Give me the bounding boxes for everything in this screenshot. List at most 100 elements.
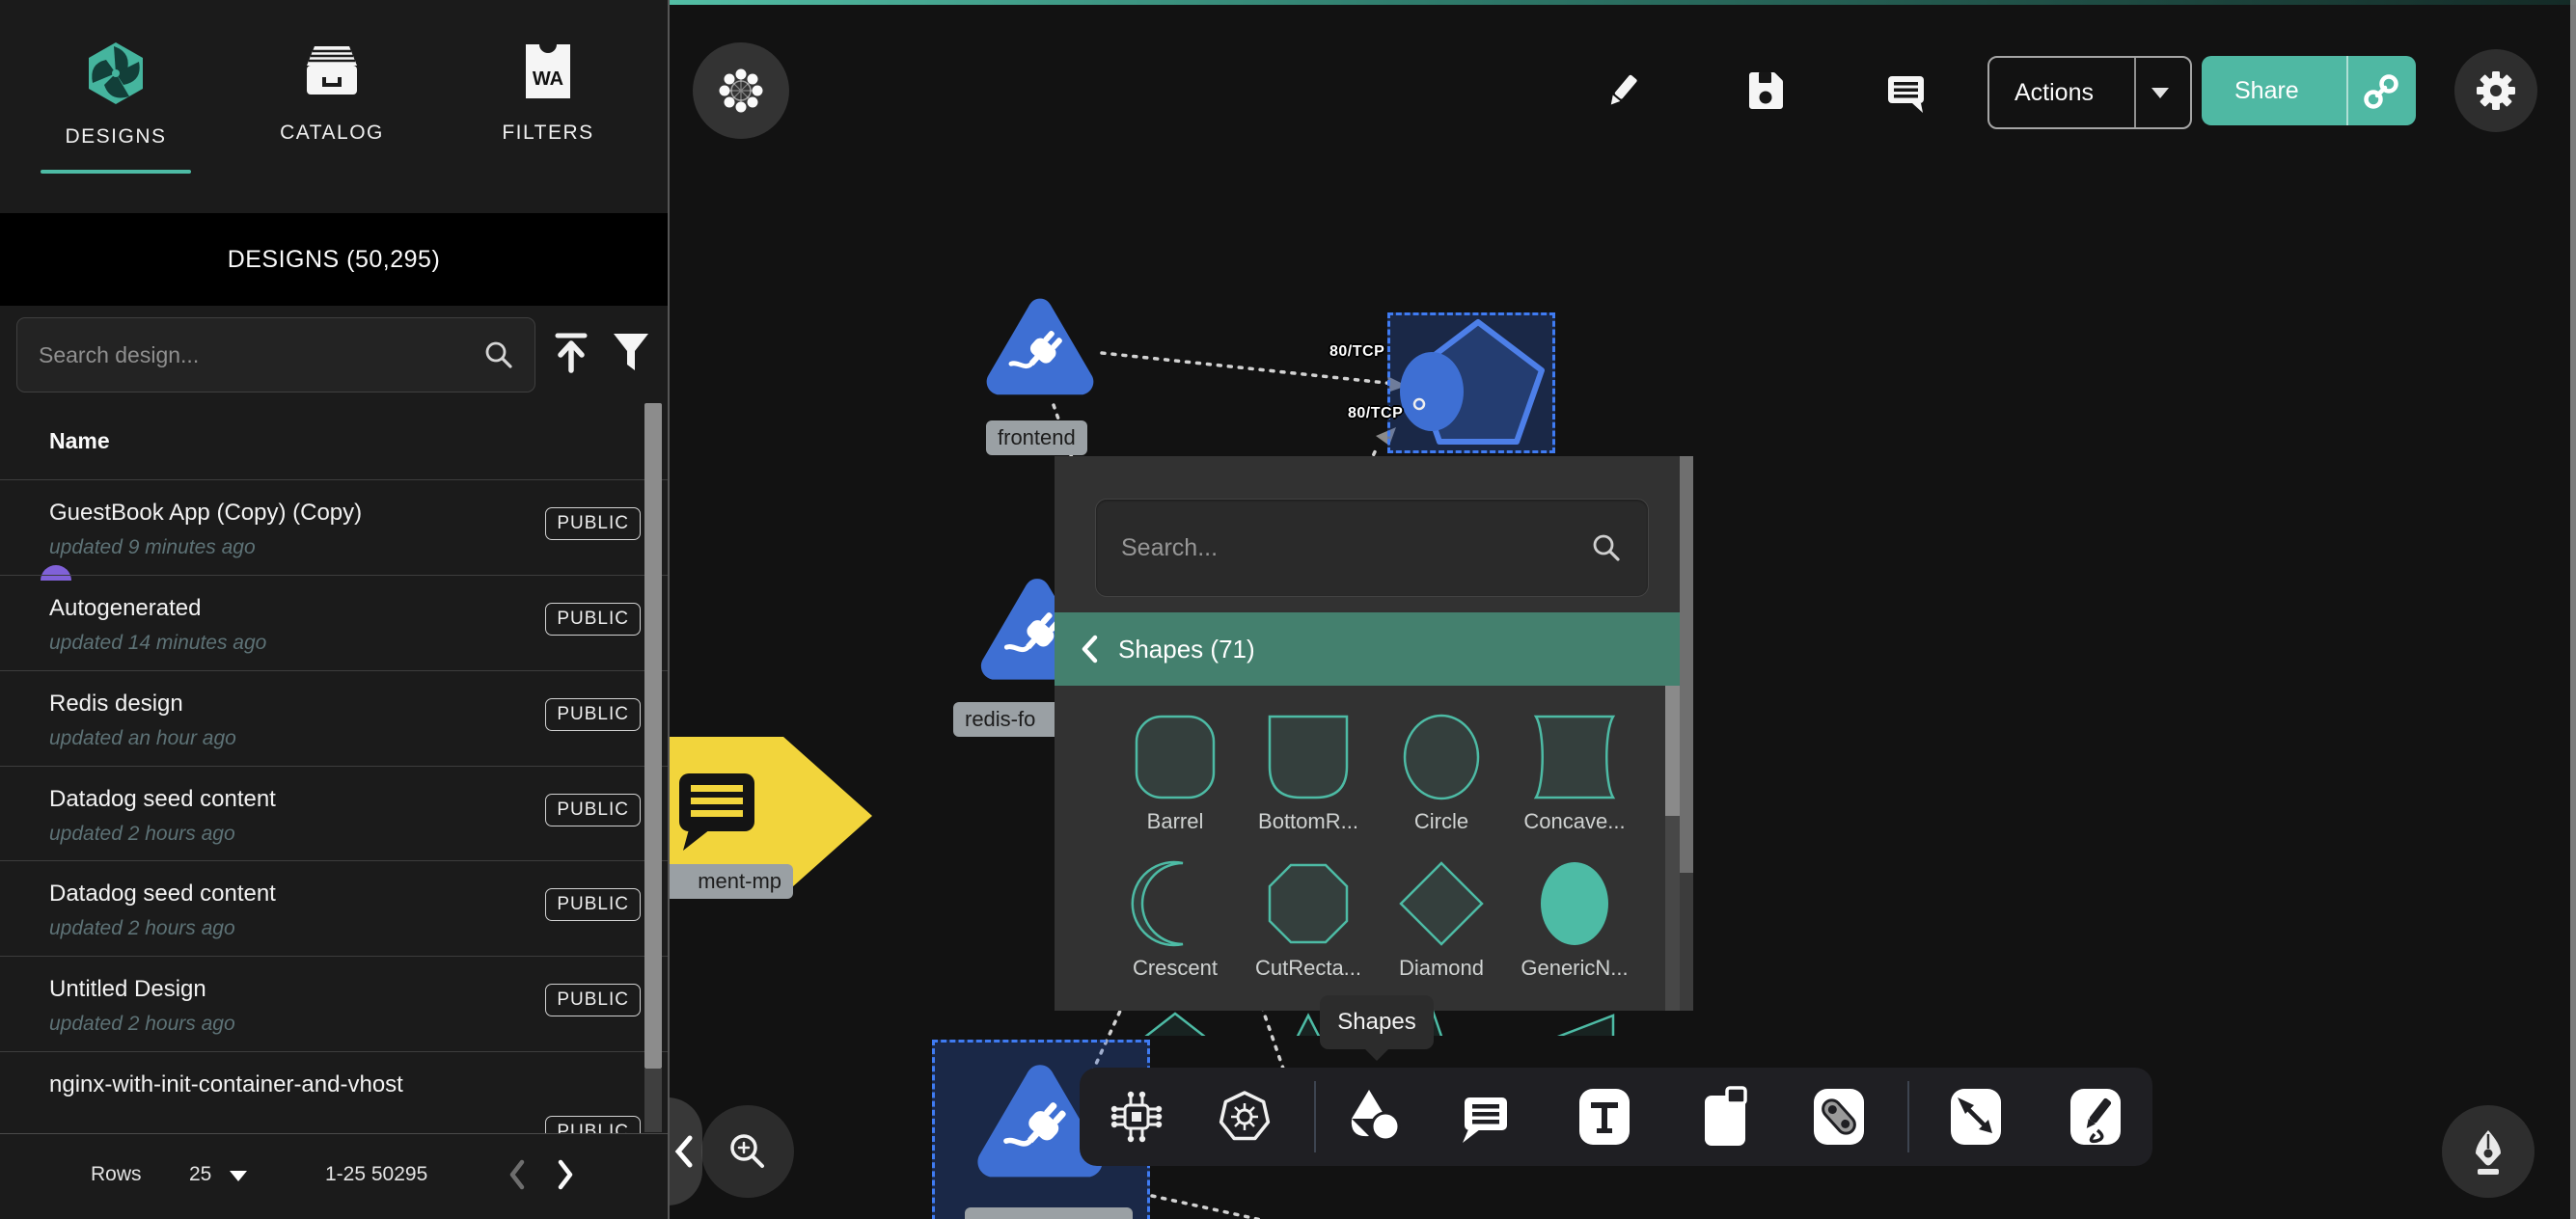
shape-item-diamond[interactable]: Diamond bbox=[1379, 857, 1504, 981]
shape-item-genericnode[interactable]: GenericN... bbox=[1512, 857, 1637, 981]
design-name: GuestBook App (Copy) (Copy) bbox=[49, 500, 362, 527]
design-row[interactable]: Autogenerated updated 14 minutes ago PUB… bbox=[0, 576, 668, 670]
node-label-frontend[interactable]: frontend bbox=[986, 420, 1087, 455]
shape-label: CutRecta... bbox=[1255, 956, 1361, 981]
text-icon bbox=[1576, 1087, 1632, 1147]
wasm-filter-icon: WA bbox=[518, 39, 578, 104]
design-row[interactable]: Datadog seed content updated 2 hours ago… bbox=[0, 767, 668, 861]
sidebar-scrollbar-thumb[interactable] bbox=[644, 403, 662, 1069]
publish-upload-icon[interactable] bbox=[550, 330, 592, 376]
design-updated: updated an hour ago bbox=[49, 727, 236, 750]
design-search-input[interactable] bbox=[17, 342, 482, 368]
design-row[interactable]: Untitled Design updated 2 hours ago PUBL… bbox=[0, 957, 668, 1051]
shapes-search-input[interactable] bbox=[1096, 534, 1590, 562]
comment-icon bbox=[1458, 1089, 1514, 1145]
link-tool-button[interactable] bbox=[1809, 1087, 1869, 1147]
gear-icon bbox=[2472, 67, 2520, 115]
filter-funnel-icon[interactable] bbox=[610, 330, 652, 376]
link-icon[interactable] bbox=[2360, 70, 2402, 113]
next-page-icon[interactable] bbox=[554, 1158, 577, 1191]
port-label: 80/TCP bbox=[1329, 343, 1384, 361]
active-tab-underline bbox=[41, 170, 191, 174]
visibility-badge[interactable]: PUBLIC bbox=[545, 698, 641, 731]
prev-page-icon[interactable] bbox=[506, 1158, 529, 1191]
node-pentagon[interactable] bbox=[1389, 314, 1553, 451]
shape-item-concave[interactable]: Concave... bbox=[1512, 711, 1637, 834]
stylus-icon bbox=[2068, 1087, 2124, 1147]
design-row[interactable]: GuestBook App (Copy) (Copy) updated 9 mi… bbox=[0, 480, 668, 575]
shape-item-cutrectangle[interactable]: CutRecta... bbox=[1246, 857, 1371, 981]
bottomround-shape-icon bbox=[1262, 711, 1355, 803]
crescent-shape-icon bbox=[1129, 857, 1221, 950]
sidebar-scrollbar-track bbox=[644, 1069, 662, 1132]
tab-catalog-label: CATALOG bbox=[280, 122, 384, 145]
node-frontend-service[interactable] bbox=[982, 293, 1098, 401]
zoom-in-button[interactable] bbox=[701, 1105, 794, 1198]
edge-pen-tool-button[interactable] bbox=[1946, 1087, 2006, 1147]
grid-scrollbar-thumb[interactable] bbox=[1665, 686, 1680, 816]
share-button[interactable]: Share bbox=[2202, 56, 2416, 125]
pen-mode-button[interactable] bbox=[2442, 1105, 2535, 1198]
shape-item-barrel[interactable]: Barrel bbox=[1112, 711, 1238, 834]
chevron-down-icon[interactable] bbox=[230, 1171, 247, 1181]
visibility-badge[interactable]: PUBLIC bbox=[545, 888, 641, 921]
kubernetes-icon bbox=[1217, 1089, 1273, 1145]
shapes-panel-title: Shapes (71) bbox=[1118, 635, 1255, 664]
freehand-draw-tool-button[interactable] bbox=[2066, 1087, 2125, 1147]
grid-scrollbar-track bbox=[1665, 686, 1680, 1011]
shapes-tool-button[interactable] bbox=[1345, 1087, 1405, 1147]
design-row[interactable]: Datadog seed content updated 2 hours ago… bbox=[0, 861, 668, 956]
shapes-search-box[interactable] bbox=[1095, 499, 1649, 597]
design-updated: updated 9 minutes ago bbox=[49, 536, 256, 559]
comments-icon[interactable] bbox=[1883, 69, 1928, 114]
design-row[interactable]: Redis design updated an hour ago PUBLIC bbox=[0, 671, 668, 766]
panel-scrollbar-thumb[interactable] bbox=[1680, 456, 1693, 873]
catalog-drawer-icon bbox=[299, 39, 365, 104]
settings-button[interactable] bbox=[2454, 49, 2537, 132]
components-icon bbox=[1109, 1089, 1165, 1145]
rows-per-page-label: Rows bbox=[91, 1163, 142, 1186]
page-scrollbar[interactable] bbox=[2570, 0, 2576, 1219]
components-tool-button[interactable] bbox=[1107, 1087, 1166, 1147]
design-updated: updated 2 hours ago bbox=[49, 917, 235, 940]
button-divider bbox=[2346, 56, 2348, 125]
edit-pencil-icon[interactable] bbox=[1602, 69, 1644, 112]
chevron-down-icon[interactable] bbox=[2151, 88, 2169, 98]
visibility-badge[interactable]: PUBLIC bbox=[545, 507, 641, 540]
comment-tool-button[interactable] bbox=[1456, 1087, 1516, 1147]
shape-item-bottomround[interactable]: BottomR... bbox=[1246, 711, 1371, 834]
shape-item-partial[interactable] bbox=[1112, 1004, 1238, 1036]
actions-button-label: Actions bbox=[2014, 79, 2094, 107]
environment-button[interactable] bbox=[693, 42, 789, 139]
save-icon[interactable] bbox=[1744, 69, 1787, 112]
design-search-box[interactable] bbox=[16, 317, 535, 393]
visibility-badge[interactable]: PUBLIC bbox=[545, 984, 641, 1016]
tab-catalog[interactable]: CATALOG bbox=[245, 39, 419, 193]
concave-shape-icon bbox=[1528, 711, 1621, 803]
shapes-panel-header[interactable]: Shapes (71) bbox=[1055, 612, 1680, 686]
note-tool-button[interactable] bbox=[1695, 1087, 1755, 1147]
design-name: Datadog seed content bbox=[49, 880, 276, 907]
node-label-bottom[interactable] bbox=[965, 1207, 1133, 1219]
tab-designs-label: DESIGNS bbox=[65, 125, 166, 149]
shape-grid: Barrel BottomR... Circle Concave... Cres… bbox=[1055, 686, 1680, 1036]
shape-label: Diamond bbox=[1399, 956, 1484, 981]
shape-item-circle[interactable]: Circle bbox=[1379, 711, 1504, 834]
shape-item-partial[interactable] bbox=[1512, 1004, 1637, 1036]
chevron-left-icon bbox=[672, 1134, 698, 1169]
designer-toolbar bbox=[1080, 1068, 2152, 1166]
rows-per-page-select[interactable]: 25 bbox=[189, 1163, 211, 1186]
tab-filters[interactable]: WA FILTERS bbox=[461, 39, 635, 193]
port-label: 80/TCP bbox=[1348, 405, 1403, 422]
visibility-badge[interactable]: PUBLIC bbox=[545, 603, 641, 636]
actions-button[interactable]: Actions bbox=[1987, 56, 2192, 129]
text-tool-button[interactable] bbox=[1575, 1087, 1634, 1147]
pagination-bar: Rows 25 1-25 50295 bbox=[0, 1133, 668, 1219]
visibility-badge[interactable]: PUBLIC bbox=[545, 794, 641, 826]
design-row[interactable]: nginx-with-init-container-and-vhost PUBL… bbox=[0, 1052, 668, 1133]
chevron-left-icon[interactable] bbox=[1080, 635, 1101, 664]
shape-label: GenericN... bbox=[1521, 956, 1628, 981]
diamond-shape-icon bbox=[1395, 857, 1488, 950]
kubernetes-tool-button[interactable] bbox=[1215, 1087, 1274, 1147]
shape-item-crescent[interactable]: Crescent bbox=[1112, 857, 1238, 981]
